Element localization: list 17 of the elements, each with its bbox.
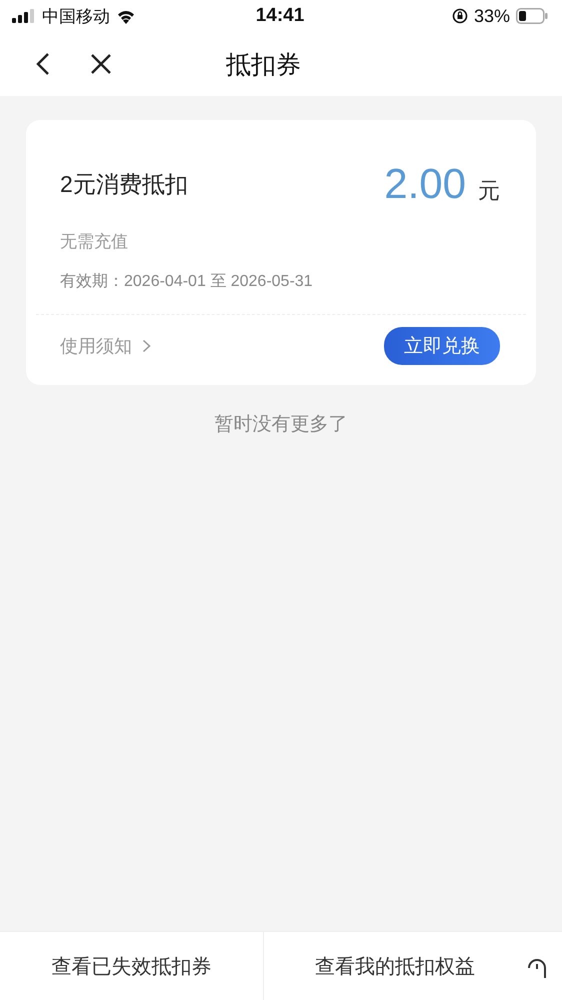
redeem-button[interactable]: 立即兑换: [384, 327, 500, 365]
coupon-note: 无需充值: [60, 231, 129, 253]
signal-icon: [12, 9, 36, 23]
coupon-name: 2元消费抵扣: [60, 170, 188, 198]
battery-percent: 33%: [474, 6, 510, 26]
carrier-name: 中国移动: [42, 6, 110, 28]
clock-time: 14:41: [256, 5, 304, 27]
rotation-lock-icon: [452, 8, 468, 24]
page-title: 抵扣券: [226, 50, 301, 80]
coupon-amount: 2.00: [384, 160, 466, 208]
wifi-icon: [116, 8, 136, 24]
back-icon[interactable]: [34, 52, 52, 76]
end-of-list-text: 暂时没有更多了: [214, 413, 348, 437]
amount-unit: 元: [478, 177, 500, 205]
validity-period: 有效期：2026-04-01 至 2026-05-31: [60, 272, 314, 292]
chevron-icon[interactable]: [142, 339, 151, 353]
battery-icon: [516, 8, 548, 24]
